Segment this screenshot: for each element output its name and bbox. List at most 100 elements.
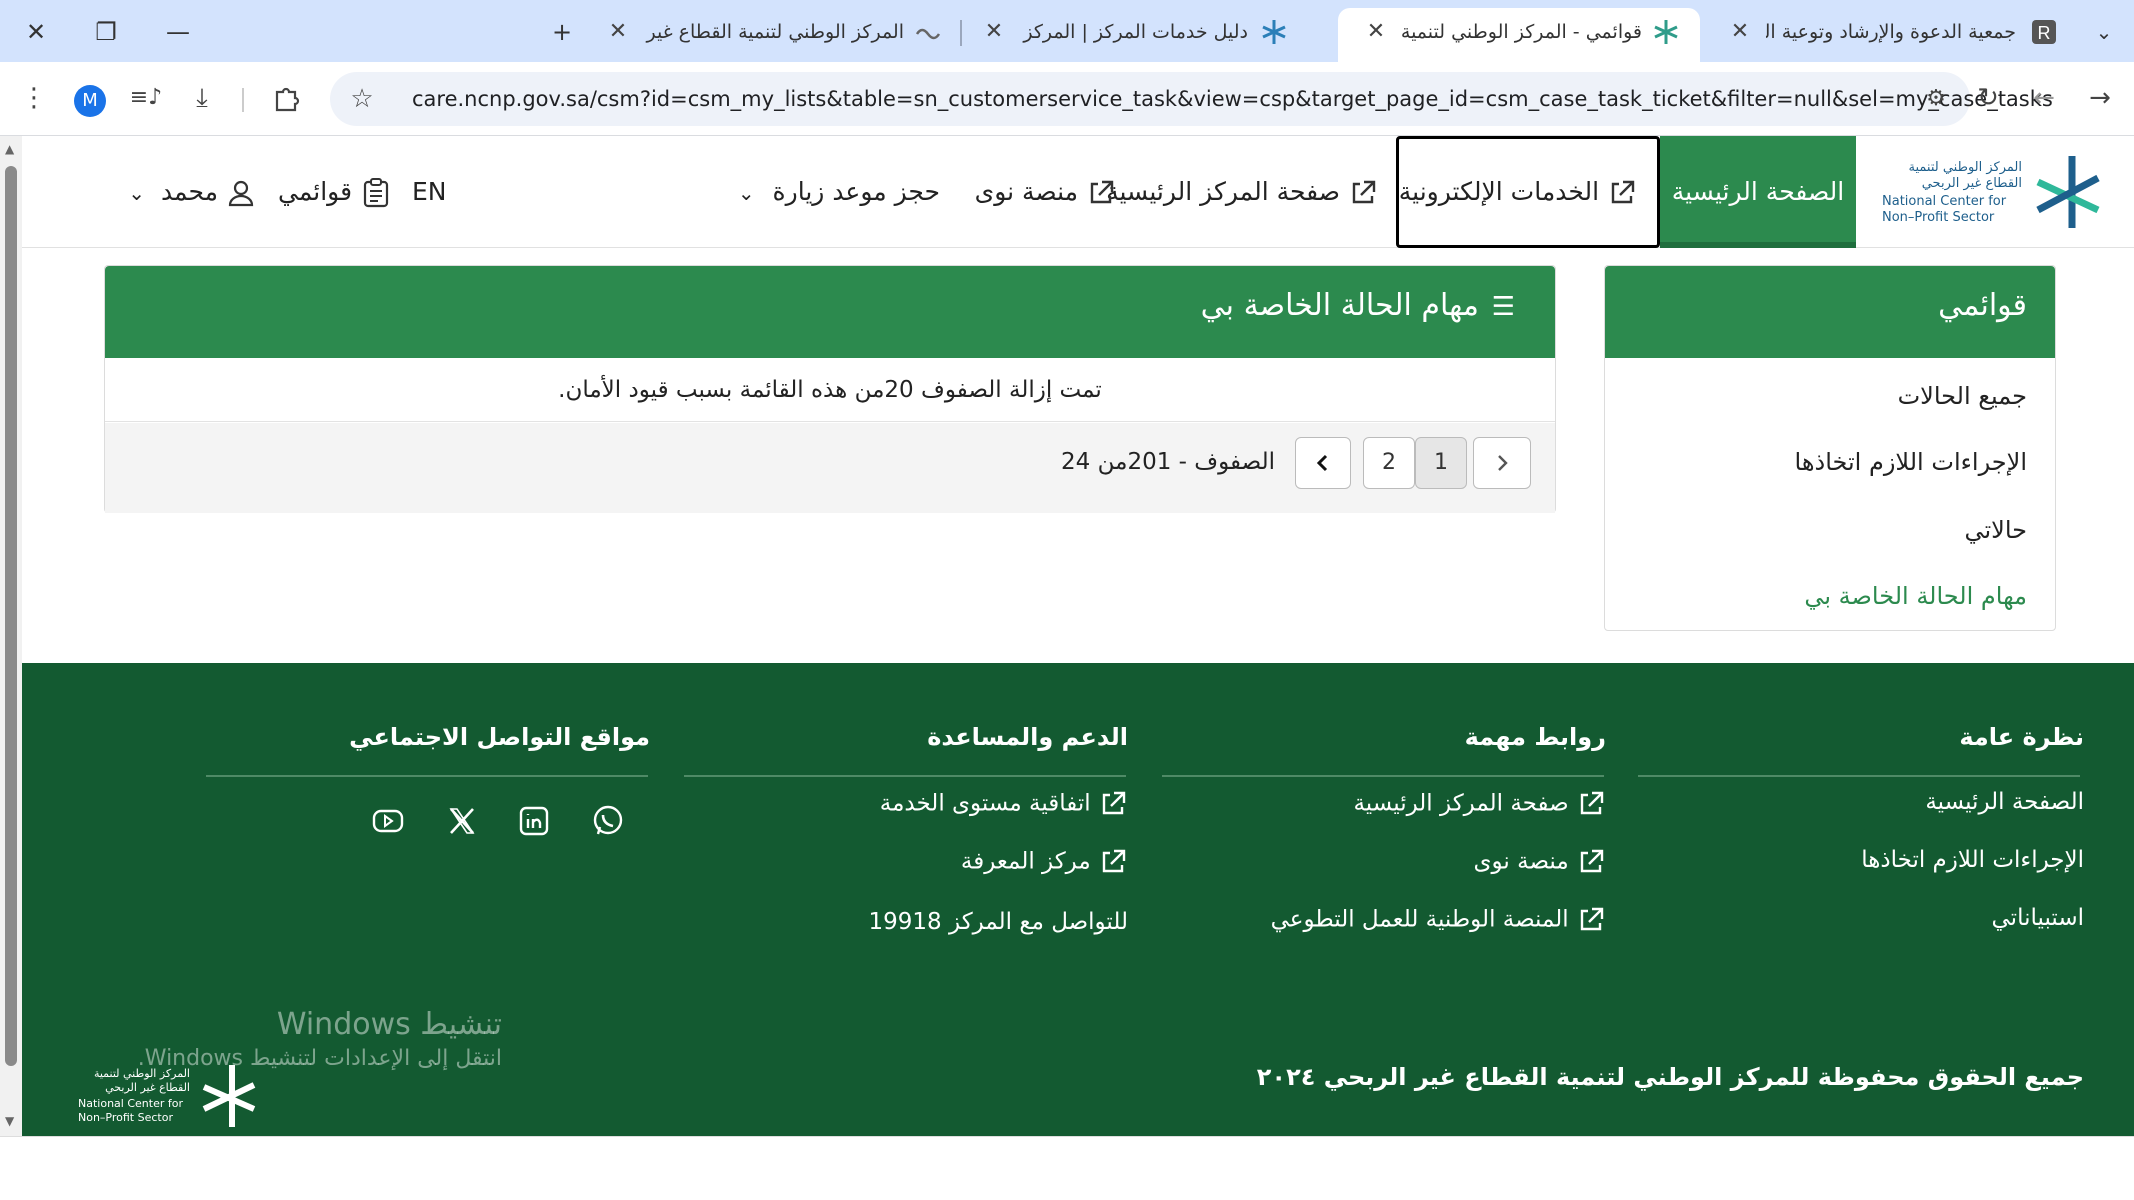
windows-activation-watermark: تنشيط Windows انتقل إلى الإعدادات لتنشيط…: [112, 1007, 502, 1071]
nav-my-lists[interactable]: قوائمي: [262, 136, 392, 248]
user-menu[interactable]: محمد ⌄: [96, 136, 256, 248]
footer-link-surveys[interactable]: استبياناتي: [1992, 905, 2084, 931]
youtube-icon[interactable]: [370, 803, 406, 839]
x-icon[interactable]: [444, 803, 480, 839]
omnibox[interactable]: ☆ care.ncnp.gov.sa/csm?id=csm_my_lists&t…: [330, 72, 2053, 126]
restore-window-button[interactable]: ❐: [84, 12, 128, 52]
url-text[interactable]: care.ncnp.gov.sa/csm?id=csm_my_lists&tab…: [412, 72, 2053, 126]
ncnp-logo-icon: [915, 28, 941, 40]
my-lists-title: قوائمي: [1938, 288, 2027, 323]
user-icon: [228, 180, 254, 207]
reload-icon[interactable]: ↻: [1966, 76, 2010, 120]
reading-list-icon[interactable]: ≡♪: [124, 76, 168, 120]
chevron-down-icon: ⌄: [128, 181, 145, 205]
nav-eservices[interactable]: الخدمات الإلكترونية: [1396, 136, 1660, 248]
footer-link-knowledge[interactable]: مركز المعرفة: [961, 847, 1128, 877]
nav-eservices-label: الخدمات الإلكترونية: [1398, 177, 1600, 206]
minimize-window-button[interactable]: —: [156, 12, 200, 52]
nav-center-home-label: صفحة المركز الرئيسية: [1106, 177, 1341, 206]
footer-contact-number[interactable]: للتواصل مع المركز 19918: [869, 909, 1128, 935]
chevron-right-icon: [1498, 455, 1508, 471]
footer-link-center-home[interactable]: صفحة المركز الرئيسية: [1353, 789, 1606, 819]
tab-search-chevron-icon[interactable]: ⌄: [2082, 12, 2126, 52]
footer-ncnp-logo[interactable]: المركز الوطني لتنمية القطاع غير الربحي N…: [78, 1063, 258, 1133]
copyright-text: جميع الحقوق محفوظة للمركز الوطني لتنمية …: [1256, 1063, 2084, 1091]
sidebar-item-actions-required[interactable]: الإجراءات اللازم اتخاذها: [1795, 448, 2027, 476]
nav-book-visit-label: حجز موعد زيارة: [772, 177, 940, 206]
external-link-icon: [1090, 180, 1114, 204]
close-window-button[interactable]: ✕: [14, 12, 58, 52]
whatsapp-icon[interactable]: [590, 803, 626, 839]
tab-title: قوائمي - المركز الوطني لتنمية الق: [1402, 21, 1642, 43]
r-logo-icon: R: [2032, 20, 2056, 44]
back-arrow-icon[interactable]: ←: [2022, 76, 2066, 120]
nav-center-home[interactable]: صفحة المركز الرئيسية: [1106, 136, 1378, 248]
my-lists-panel: قوائمي جميع الحالات الإجراءات اللازم اتخ…: [1604, 265, 2056, 631]
svg-text:R: R: [2038, 23, 2051, 43]
footer-link-volunteer[interactable]: المنصة الوطنية للعمل التطوعي: [1271, 905, 1606, 935]
footer-link-label: مركز المعرفة: [960, 848, 1091, 875]
pagination-bar: 1 2 الصفوف - 201من 24: [105, 423, 1555, 513]
site-footer: نظرة عامة الصفحة الرئيسية الإجراءات اللا…: [22, 663, 2134, 1136]
scroll-down-icon[interactable]: ▼: [5, 1114, 14, 1128]
menu-dots-icon[interactable]: ⋮: [12, 76, 56, 120]
tab-title: دليل خدمات المركز | المركز الوطن: [1020, 21, 1248, 43]
footer-col-links-title: روابط مهمة: [1464, 723, 1606, 751]
site-settings-icon[interactable]: ⚙: [1914, 77, 1958, 121]
tab-close-icon[interactable]: ✕: [1362, 8, 1390, 56]
profile-avatar[interactable]: M: [68, 76, 112, 120]
forward-arrow-icon[interactable]: →: [2078, 76, 2122, 120]
logo-text-ar: القطاع غير الربحي: [105, 1081, 190, 1094]
scroll-thumb[interactable]: [5, 166, 17, 1066]
logo-text-ar: المركز الوطني لتنمية: [1908, 160, 2023, 175]
ncnp-star-icon: [1262, 20, 1286, 44]
footer-link-sla[interactable]: اتفاقية مستوى الخدمة: [880, 789, 1128, 819]
browser-tab-active[interactable]: ✕ قوائمي - المركز الوطني لتنمية الق: [1338, 8, 1700, 62]
footer-link-home[interactable]: الصفحة الرئيسية: [1925, 789, 2084, 815]
footer-col-support-title: الدعم والمساعدة: [927, 723, 1128, 751]
page-1-button[interactable]: 1: [1415, 437, 1467, 489]
prev-page-button[interactable]: [1473, 437, 1531, 489]
my-lists-panel-header: قوائمي: [1605, 266, 2055, 358]
ncnp-logo[interactable]: المركز الوطني لتنمية القطاع غير الربحي N…: [1882, 148, 2112, 236]
language-toggle[interactable]: EN: [412, 136, 472, 248]
logo-text-en: National Center for: [1882, 194, 2007, 209]
ncnp-star-icon: [202, 1065, 256, 1127]
linkedin-icon[interactable]: [516, 803, 552, 839]
footer-link-label: اتفاقية مستوى الخدمة: [879, 790, 1091, 817]
external-link-icon: [1611, 180, 1635, 204]
clipboard-list-icon: [363, 178, 389, 208]
tab-close-icon[interactable]: ✕: [980, 8, 1008, 56]
browser-tab[interactable]: ✕ دليل خدمات المركز | المركز الوطن: [970, 8, 1320, 62]
download-icon[interactable]: ⤓: [180, 76, 224, 120]
user-name: محمد: [160, 177, 219, 206]
next-page-button[interactable]: [1295, 437, 1351, 489]
page-2-button[interactable]: 2: [1363, 437, 1415, 489]
extensions-icon[interactable]: [264, 76, 308, 120]
browser-tab[interactable]: ✕ جمعية الدعوة والإرشاد وتوعية الجا R: [1712, 8, 2072, 62]
browser-tab[interactable]: ✕ المركز الوطني لتنمية القطاع غير ا: [596, 8, 952, 62]
scroll-up-icon[interactable]: ▲: [5, 142, 14, 156]
footer-link-actions[interactable]: الإجراءات اللازم اتخاذها: [1861, 847, 2084, 873]
nav-book-visit[interactable]: حجز موعد زيارة ⌄: [730, 136, 940, 248]
sidebar-item-my-case-tasks[interactable]: مهام الحالة الخاصة بي: [1804, 582, 2027, 610]
tab-close-icon[interactable]: ✕: [1726, 8, 1754, 56]
page-scrollbar[interactable]: ▲ ▼: [0, 136, 22, 1136]
nav-my-lists-label: قوائمي: [277, 177, 353, 206]
footer-link-nawa[interactable]: منصة نوى: [1474, 847, 1606, 877]
footer-col-overview-title: نظرة عامة: [1959, 723, 2084, 751]
tab-close-icon[interactable]: ✕: [604, 8, 632, 56]
hamburger-menu-icon[interactable]: ☰: [1492, 292, 1515, 322]
bookmark-star-icon[interactable]: ☆: [340, 77, 384, 121]
logo-text-en: Non–Profit Sector: [78, 1111, 173, 1124]
footer-col-social-title: مواقع التواصل الاجتماعي: [349, 723, 650, 751]
browser-address-bar: ⋮ M ≡♪ ⤓ ☆ care.ncnp.gov.sa/csm?id=csm_m…: [0, 62, 2134, 136]
sidebar-item-all-cases[interactable]: جميع الحالات: [1898, 382, 2027, 410]
sidebar-item-my-cases[interactable]: حالاتي: [1964, 516, 2027, 544]
browser-tab-bar: ✕ ❐ — + ✕ المركز الوطني لتنمية القطاع غي…: [0, 0, 2134, 62]
footer-link-label: منصة نوى: [1473, 848, 1569, 875]
nav-home[interactable]: الصفحة الرئيسية: [1660, 136, 1856, 248]
new-tab-button[interactable]: +: [540, 12, 584, 52]
nav-nawa[interactable]: منصة نوى: [950, 136, 1116, 248]
ncnp-star-icon: [1654, 20, 1678, 44]
